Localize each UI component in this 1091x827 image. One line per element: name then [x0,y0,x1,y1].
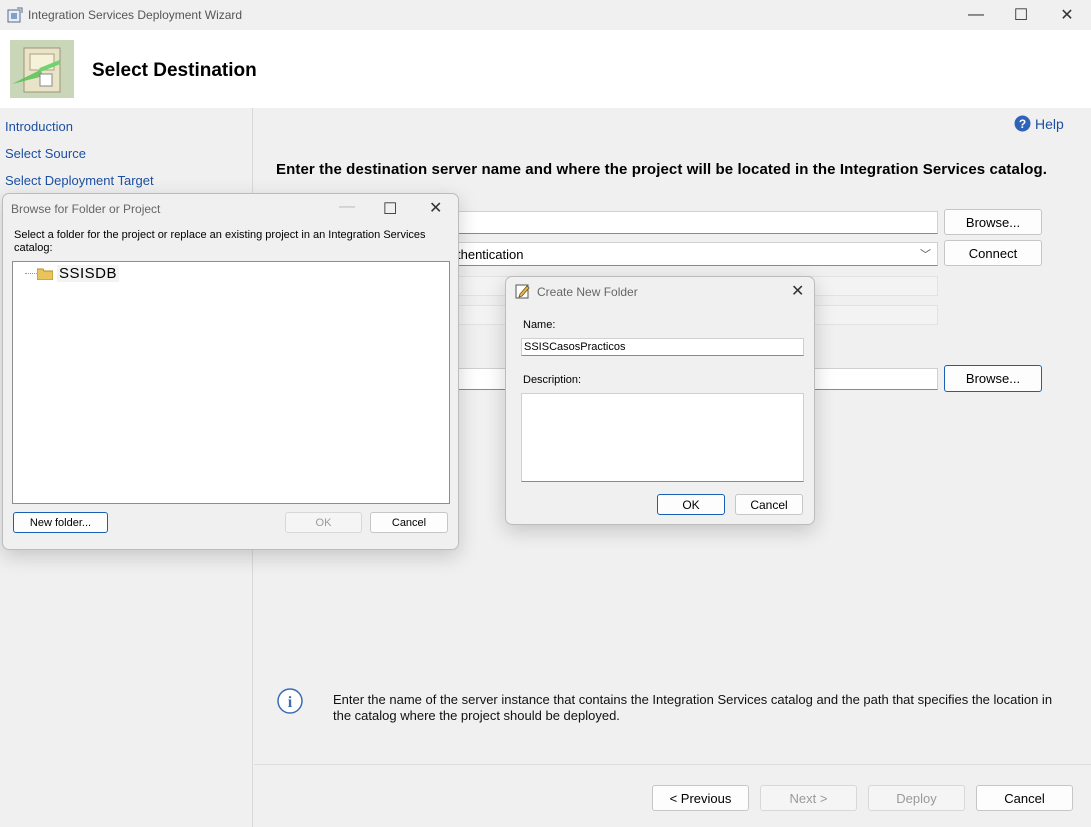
title-bar: Integration Services Deployment Wizard —… [0,0,1091,30]
info-text: Enter the name of the server instance th… [333,692,1053,723]
browse-dialog-maximize-button[interactable]: ☐ [383,199,397,219]
browse-ok-button: OK [285,512,362,533]
tree-item-label: SSISDB [57,265,120,282]
wizard-banner-icon [10,40,74,98]
previous-button[interactable]: < Previous [652,785,749,811]
create-ok-button[interactable]: OK [657,494,725,515]
chevron-down-icon: ﹀ [920,249,931,261]
authentication-value: thentication [457,246,524,262]
page-heading: Enter the destination server name and wh… [276,161,1048,178]
browse-dialog-close-button[interactable]: ✕ [429,198,442,218]
browse-path-button[interactable]: Browse... [944,365,1042,392]
tree-item-ssisdb[interactable]: SSISDB [37,265,120,282]
close-button[interactable]: ✕ [1044,0,1090,30]
browse-cancel-button[interactable]: Cancel [370,512,448,533]
nav-item-select-source[interactable]: Select Source [5,146,86,161]
edit-icon [515,284,530,299]
maximize-button[interactable]: ☐ [998,0,1044,30]
tree-connector [25,273,37,274]
browse-dialog-title: Browse for Folder or Project [11,202,161,216]
footer-divider [254,764,1091,765]
nav-item-introduction[interactable]: Introduction [5,119,73,134]
connect-button[interactable]: Connect [944,240,1042,266]
svg-text:?: ? [1019,117,1026,131]
create-dialog-close-button[interactable]: ✕ [791,281,804,301]
authentication-select[interactable]: thentication ﹀ [454,242,938,266]
help-label: Help [1035,115,1064,132]
svg-text:i: i [288,694,293,711]
folder-icon [37,268,53,280]
new-folder-button[interactable]: New folder... [13,512,108,533]
browse-server-button[interactable]: Browse... [944,209,1042,235]
app-icon [7,7,23,23]
create-cancel-button[interactable]: Cancel [735,494,803,515]
description-textarea[interactable] [521,393,804,482]
folder-name-input[interactable]: SSISCasosPracticos [521,338,804,356]
nav-item-select-deployment-target[interactable]: Select Deployment Target [5,173,154,188]
help-link[interactable]: ? Help [1014,115,1064,132]
browse-dialog-instruction: Select a folder for the project or repla… [14,229,426,254]
server-name-input[interactable] [454,211,938,234]
browse-dialog-minimize-button: — [339,198,355,215]
wizard-header: Select Destination [0,30,1091,108]
page-title: Select Destination [92,60,257,81]
folder-tree[interactable]: SSISDB [12,261,450,504]
folder-name-value: SSISCasosPracticos [524,341,626,353]
create-dialog-title: Create New Folder [537,285,638,299]
browse-folder-dialog: Browse for Folder or Project — ☐ ✕ Selec… [2,193,459,550]
info-icon: i [277,688,303,714]
help-icon: ? [1014,115,1031,132]
description-label: Description: [523,374,582,386]
minimize-button[interactable]: — [953,0,999,30]
next-button: Next > [760,785,857,811]
deploy-button: Deploy [868,785,965,811]
create-folder-dialog: Create New Folder ✕ Name: SSISCasosPract… [505,276,815,525]
name-label: Name: [523,319,556,331]
window-title: Integration Services Deployment Wizard [28,8,243,22]
cancel-button[interactable]: Cancel [976,785,1073,811]
